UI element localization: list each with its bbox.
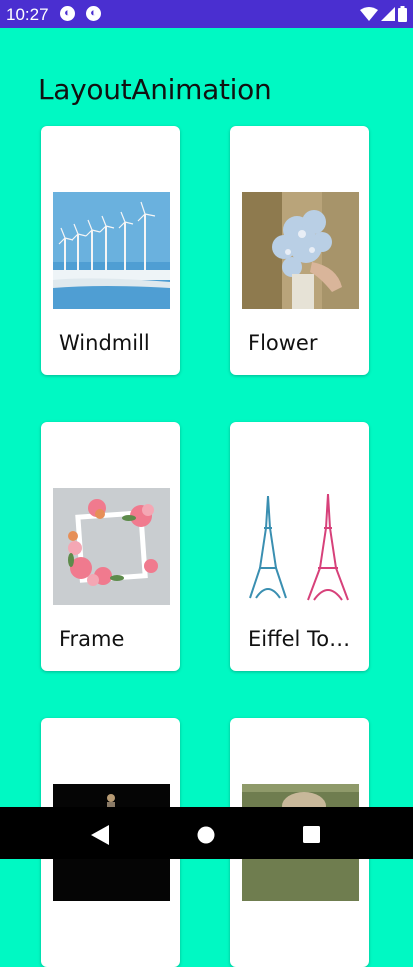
card-label: Windmill <box>59 331 150 355</box>
card-eiffel-tower[interactable]: Eiffel Tower <box>230 422 369 671</box>
frame-image <box>53 488 170 605</box>
card-flower[interactable]: Flower <box>230 126 369 375</box>
card-label: Flower <box>248 331 318 355</box>
notification-icon: ◐ <box>60 6 75 21</box>
page-title: LayoutAnimation <box>38 73 272 106</box>
back-icon[interactable] <box>91 825 109 845</box>
recents-icon[interactable] <box>303 826 320 843</box>
signal-icon <box>381 7 395 21</box>
card-windmill[interactable]: Windmill <box>41 126 180 375</box>
card-label: Frame <box>59 627 125 651</box>
card-frame[interactable]: Frame <box>41 422 180 671</box>
status-icons <box>360 6 407 22</box>
card-label: Eiffel Tower <box>248 627 360 651</box>
wifi-icon <box>360 7 378 21</box>
flower-image <box>242 192 359 309</box>
status-bar: 10:27 ◐ ◐ <box>0 0 413 28</box>
windmill-image <box>53 192 170 309</box>
navigation-bar <box>0 807 413 859</box>
status-time: 10:27 <box>6 5 49 24</box>
battery-icon <box>398 6 407 22</box>
eiffel-tower-image <box>242 488 359 605</box>
notification-icon: ◐ <box>86 6 101 21</box>
home-icon[interactable] <box>197 826 215 844</box>
